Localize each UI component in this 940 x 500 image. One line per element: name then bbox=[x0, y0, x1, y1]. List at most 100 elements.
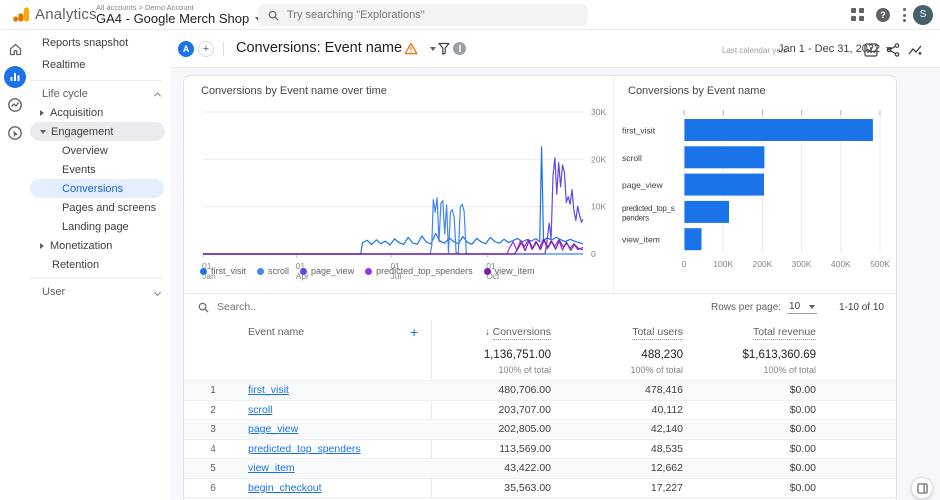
report-caret-icon[interactable] bbox=[430, 47, 436, 51]
sidebar-item-label: Conversions bbox=[62, 182, 124, 195]
home-nav-icon[interactable] bbox=[4, 38, 26, 60]
rows-per-page-value: 10 bbox=[789, 300, 801, 312]
sidebar-item-realtime[interactable]: Realtime bbox=[30, 54, 170, 76]
sidebar-item-label: Engagement bbox=[51, 125, 114, 138]
side-panel-toggle-button[interactable] bbox=[911, 477, 933, 499]
sidebar-item-label: Retention bbox=[52, 258, 100, 271]
event-name-link[interactable]: view_item bbox=[248, 459, 295, 479]
svg-text:predicted_top_s: predicted_top_s bbox=[622, 204, 675, 213]
legend-dot-icon bbox=[257, 267, 265, 275]
sidebar-item-events[interactable]: Events bbox=[30, 160, 170, 179]
legend-item-predicted_top_spenders[interactable]: predicted_top_spenders bbox=[365, 266, 473, 276]
legend-item-page_view[interactable]: page_view bbox=[300, 266, 354, 276]
event-name-link[interactable]: first_visit bbox=[248, 381, 289, 401]
conversions-value: 43,422.00 bbox=[504, 462, 551, 474]
table-row: 1 first_visit 480,706.00 478,416 $0.00 bbox=[184, 380, 896, 401]
add-dimension-button[interactable]: + bbox=[410, 320, 418, 344]
svg-text:300K: 300K bbox=[792, 259, 812, 269]
advertising-nav-icon[interactable] bbox=[4, 122, 26, 144]
search-icon bbox=[198, 302, 209, 313]
customize-report-icon[interactable] bbox=[864, 43, 878, 62]
warning-icon[interactable] bbox=[404, 42, 418, 60]
row-number: 2 bbox=[210, 404, 216, 416]
sidebar-divider bbox=[30, 278, 162, 279]
svg-text:20K: 20K bbox=[591, 154, 606, 164]
conversions-value: 480,706.00 bbox=[498, 384, 551, 396]
legend-item-scroll[interactable]: scroll bbox=[257, 266, 289, 276]
sidebar-item-acquisition[interactable]: Acquisition bbox=[30, 103, 170, 122]
total-revenue: $1,613,360.69 bbox=[742, 349, 816, 361]
total-users-value: 48,535 bbox=[650, 442, 683, 455]
total-users: 488,230 bbox=[641, 349, 683, 361]
column-header-total-revenue[interactable]: Total revenue bbox=[752, 320, 816, 344]
collapse-arrow-icon[interactable] bbox=[40, 129, 46, 134]
collection-badge[interactable]: A bbox=[178, 41, 194, 57]
insights-icon[interactable] bbox=[908, 43, 923, 62]
sidebar-item-retention[interactable]: Retention bbox=[30, 255, 170, 274]
column-header-event-name[interactable]: Event name bbox=[248, 320, 304, 344]
sidebar-item-engagement[interactable]: Engagement bbox=[30, 122, 165, 141]
global-search[interactable] bbox=[258, 4, 588, 26]
table-search-input[interactable] bbox=[217, 301, 517, 313]
share-icon[interactable] bbox=[886, 43, 900, 62]
sidebar-item-label: Overview bbox=[62, 144, 108, 157]
legend-label: predicted_top_spenders bbox=[376, 266, 473, 276]
total-revenue-value: $0.00 bbox=[789, 403, 816, 416]
legend-item-view_item[interactable]: view_item bbox=[483, 266, 535, 276]
analytics-logo-icon bbox=[12, 5, 31, 29]
sidebar-item-landing-page[interactable]: Landing page bbox=[30, 217, 170, 236]
sidebar-item-user[interactable]: User bbox=[30, 283, 170, 301]
main-content: Conversions by Event name over time Conv… bbox=[170, 68, 940, 500]
search-icon bbox=[268, 10, 279, 21]
legend-label: page_view bbox=[311, 266, 355, 276]
legend-label: first_visit bbox=[211, 266, 247, 276]
event-name-link[interactable]: predicted_top_spenders bbox=[248, 440, 361, 460]
svg-text:page_view: page_view bbox=[622, 180, 664, 190]
total-users-value: 42,140 bbox=[650, 423, 683, 435]
global-search-input[interactable] bbox=[287, 9, 557, 21]
filter-icon[interactable] bbox=[438, 42, 450, 60]
help-icon[interactable]: ? bbox=[876, 8, 890, 22]
conversions-value: 203,707.00 bbox=[498, 403, 551, 416]
avatar[interactable]: S bbox=[913, 5, 933, 25]
explore-nav-icon[interactable] bbox=[4, 94, 26, 116]
column-header-label[interactable]: Total revenue bbox=[752, 326, 816, 340]
column-header-total-users[interactable]: Total users bbox=[632, 320, 683, 344]
total-users-pct: 100% of total bbox=[630, 365, 683, 375]
more-menu-icon[interactable] bbox=[903, 8, 907, 22]
sidebar-item-monetization[interactable]: Monetization bbox=[30, 236, 170, 255]
chevron-down-icon[interactable] bbox=[153, 288, 162, 296]
pagination-label: 1-10 of 10 bbox=[838, 301, 884, 313]
page-title: Conversions: Event name bbox=[236, 40, 403, 56]
total-users-value: 12,662 bbox=[650, 462, 683, 474]
column-header-label[interactable]: Total users bbox=[632, 326, 683, 340]
reports-nav-icon[interactable] bbox=[4, 66, 26, 88]
legend-dot-icon bbox=[300, 267, 308, 275]
conversions-value: 113,569.00 bbox=[499, 442, 551, 455]
column-header-conversions[interactable]: ↓ Conversions bbox=[484, 320, 551, 344]
table-row: 5 view_item 43,422.00 12,662 $0.00 bbox=[184, 458, 896, 479]
chevron-up-icon[interactable] bbox=[153, 91, 162, 99]
total-users-value: 478,416 bbox=[645, 384, 683, 396]
expand-arrow-icon[interactable] bbox=[40, 242, 44, 249]
sidebar-item-conversions[interactable]: Conversions bbox=[30, 179, 164, 198]
sidebar-item-overview[interactable]: Overview bbox=[30, 141, 170, 160]
divider bbox=[223, 42, 224, 56]
legend-item-first_visit[interactable]: first_visit bbox=[200, 266, 246, 276]
add-collection-button[interactable]: + bbox=[198, 41, 214, 57]
column-header-label[interactable]: Conversions bbox=[492, 326, 551, 340]
sidebar-item-pages-and-screens[interactable]: Pages and screens bbox=[30, 198, 170, 217]
chevron-down-icon bbox=[808, 304, 815, 309]
totals-row: 1,136,751.00 100% of total 488,230 100% … bbox=[184, 344, 896, 380]
event-name-link[interactable]: begin_checkout bbox=[248, 479, 322, 499]
comparison-badge[interactable] bbox=[453, 42, 466, 55]
event-name-link[interactable]: scroll bbox=[248, 401, 273, 421]
sidebar-item-reports-snapshot[interactable]: Reports snapshot bbox=[30, 32, 170, 54]
event-name-link[interactable]: page_view bbox=[248, 420, 298, 440]
apps-grid-icon[interactable] bbox=[851, 8, 865, 22]
expand-arrow-icon[interactable] bbox=[40, 109, 44, 116]
rows-per-page-select[interactable]: 10 bbox=[787, 301, 817, 314]
account-switcher[interactable]: GA4 - Google Merch Shop bbox=[96, 11, 262, 26]
sidebar-item-life-cycle[interactable]: Life cycle bbox=[30, 85, 170, 103]
svg-text:500K: 500K bbox=[870, 259, 890, 269]
